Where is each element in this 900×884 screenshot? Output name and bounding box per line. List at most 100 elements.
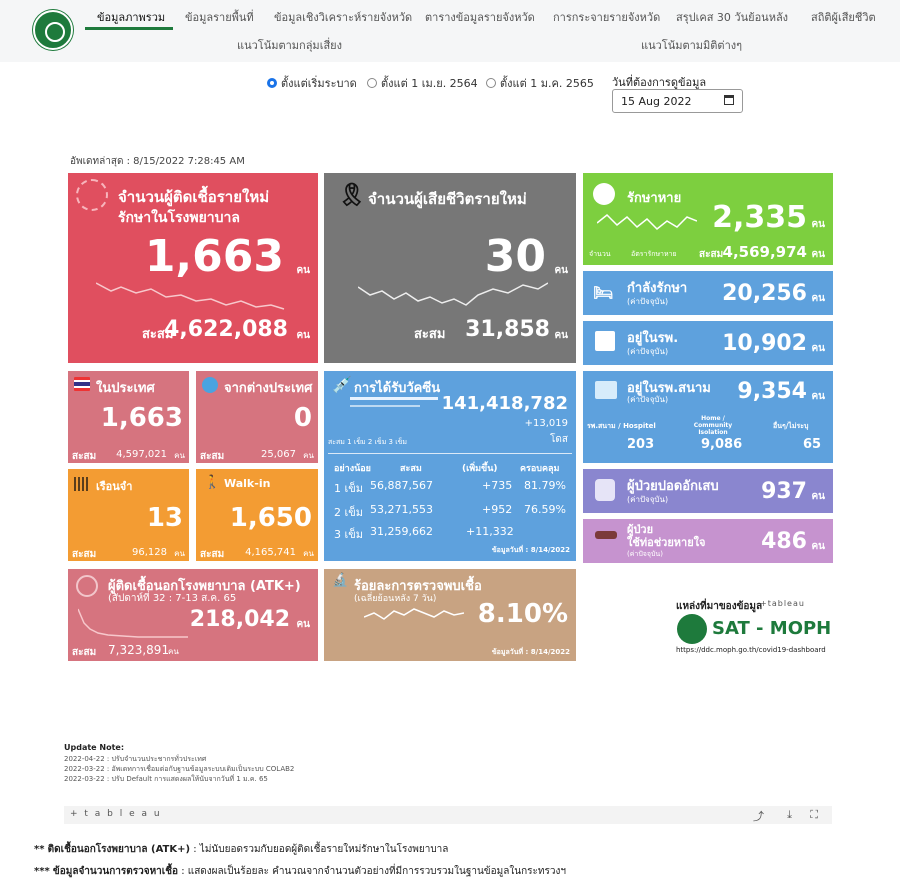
update-note-line: 2022-03-22 : ปรับ Default การแสดงผลให้นั… <box>64 775 268 783</box>
thai-flag-icon <box>74 377 90 391</box>
radio-dot <box>367 78 377 88</box>
note-bold: ข้อมูลจำนวนการตรวจหาเชื้อ <box>52 866 179 877</box>
unit: คน <box>811 249 825 260</box>
table-cell: 3 เข็ม <box>334 528 364 541</box>
recovered-title: รักษาหาย <box>627 191 682 206</box>
date-value: 15 Aug 2022 <box>621 95 692 108</box>
top-nav: ข้อมูลภาพรวม ข้อมูลรายพื้นที่ ข้อมูลเชิง… <box>0 0 900 62</box>
new-cases-title: จำนวนผู้ติดเชื้อรายใหม่ <box>118 188 270 206</box>
table-cell: +735 <box>482 479 513 492</box>
tab-province-analysis[interactable]: ข้อมูลเชิงวิเคราะห์รายจังหวัด <box>274 8 412 26</box>
microscope-icon: 🔬 <box>332 573 349 588</box>
moph-logo <box>33 10 73 50</box>
tab-province-table[interactable]: ตารางข้อมูลรายจังหวัด <box>425 8 535 26</box>
unit: คน <box>811 293 825 304</box>
sub-value: 203 <box>627 437 655 452</box>
note-atk: ** ติดเชื้อนอกโรงพยาบาล (ATK+) : ไม่นับย… <box>34 842 448 857</box>
unit: คน <box>811 219 825 230</box>
positivity-date: ข้อมูลวันที่ : 8/14/2022 <box>491 648 570 656</box>
tab-30-days[interactable]: สรุปเคส 30 วันย้อนหลัง <box>676 8 788 26</box>
table-cell: 2 เข็ม <box>334 506 364 519</box>
positivity-card: 🔬 ร้อยละการตรวจพบเชื้อ (เฉลี่ยย้อนหลัง 7… <box>324 569 576 661</box>
atk-value: 218,042 <box>189 607 290 632</box>
ventilator-sub: (ค่าปัจจุบัน) <box>627 550 663 558</box>
hospital-icon <box>595 331 615 351</box>
in-hospital-value: 10,902 <box>722 331 807 356</box>
legend-rate: อัตรารักษาหาย <box>631 250 677 258</box>
deaths-title: จำนวนผู้เสียชีวิตรายใหม่ <box>368 190 527 208</box>
radio-since-jan-2565[interactable]: ตั้งแต่ 1 ม.ค. 2565 <box>486 74 594 92</box>
vaccine-title: การได้รับวัคซีน <box>354 381 441 396</box>
new-cases-value: 1,663 <box>144 231 284 282</box>
sub-value: 9,086 <box>701 437 743 452</box>
unit: คน <box>811 343 825 354</box>
radio-label: ตั้งแต่ 1 เม.ย. 2564 <box>381 77 478 90</box>
new-cases-subtitle: รักษาในโรงพยาบาล <box>118 210 240 226</box>
share-icon[interactable]: ⤴ <box>753 808 764 824</box>
in-hospital-card: อยู่ในรพ. (ค่าปัจจุบัน) 10,902 คน <box>583 321 833 365</box>
sub-label: Home / Community Isolation <box>693 415 733 436</box>
positivity-value: 8.10% <box>477 599 568 629</box>
table-cell: 53,271,553 <box>370 503 433 516</box>
dose-unit: โดส <box>550 434 568 445</box>
prison-bars-icon <box>74 477 90 491</box>
recovered-cum: 4,569,974 <box>722 243 807 261</box>
tableau-toolbar: + t a b l e a u ⤴ ⤓ ⛶ <box>64 806 832 824</box>
tab-dimensions[interactable]: แนวโน้มตามมิติต่างๆ <box>641 36 742 54</box>
vaccine-bar-dose <box>350 405 420 407</box>
prison-value: 13 <box>146 503 183 533</box>
ribbon-icon: 🎗 <box>338 183 366 208</box>
source-url[interactable]: https://ddc.moph.go.th/covid19-dashboard <box>676 646 826 654</box>
atk-sub: (สัปดาห์ที่ 32 : 7-13 ส.ค. 65 <box>108 593 237 604</box>
tab-overview[interactable]: ข้อมูลภาพรวม <box>97 8 165 26</box>
source-label: แหล่งที่มาของข้อมูล <box>676 601 763 612</box>
download-icon[interactable]: ⤓ <box>787 808 792 822</box>
tab-deaths[interactable]: สถิติผู้เสียชีวิต <box>811 8 876 26</box>
radio-since-start[interactable]: ตั้งแต่เริ่มระบาด <box>267 74 357 92</box>
radio-since-apr-2564[interactable]: ตั้งแต่ 1 เม.ย. 2564 <box>367 74 478 92</box>
deaths-sparkline <box>358 282 548 306</box>
recovered-sparkline <box>597 213 697 231</box>
unit: คน <box>811 491 825 502</box>
divider <box>328 453 572 454</box>
date-input[interactable]: 15 Aug 2022 <box>612 89 743 113</box>
table-cell: 56,887,567 <box>370 479 433 492</box>
unit: คน <box>554 265 568 276</box>
unit: คน <box>296 619 310 630</box>
field-hospital-sub: (ค่าปัจจุบัน) <box>627 395 669 404</box>
treating-value: 20,256 <box>722 281 807 306</box>
calendar-icon[interactable] <box>724 95 734 105</box>
col-header: สะสม <box>400 464 422 474</box>
tableau-brand[interactable]: + t a b l e a u <box>70 809 162 819</box>
cum-label: สะสม <box>72 451 97 462</box>
note-mark: ** <box>34 844 45 855</box>
tab-risk-groups[interactable]: แนวโน้มตามกลุ่มเสี่ยง <box>237 36 342 54</box>
note-text: : แสดงผลเป็นร้อยละ คำนวณจากจำนวนตัวอย่าง… <box>178 866 566 877</box>
cum-label: สะสม <box>200 451 225 462</box>
recovered-card: รักษาหาย 2,335 คน จำนวน อัตรารักษาหาย สะ… <box>583 173 833 265</box>
atk-card: ผู้ติดเชื้อนอกโรงพยาบาล (ATK+) (สัปดาห์ท… <box>68 569 318 661</box>
tube-icon <box>595 531 617 539</box>
cum-label: สะสม <box>699 249 724 260</box>
atk-cum: 7,323,891 <box>108 643 170 657</box>
atk-sparkline <box>78 608 188 638</box>
radio-dot <box>267 78 277 88</box>
pneumonia-value: 937 <box>761 479 807 504</box>
table-cell: +952 <box>482 503 513 516</box>
col-header: อย่างน้อย <box>334 464 371 474</box>
unit: คน <box>174 549 185 558</box>
last-updated: อัพเดทล่าสุด : 8/15/2022 7:28:45 AM <box>70 156 245 167</box>
unit: คน <box>554 330 568 341</box>
deaths-cum: 31,858 <box>465 317 550 342</box>
treating-sub: (ค่าปัจจุบัน) <box>627 297 669 306</box>
ventilator-value: 486 <box>761 529 807 554</box>
sub-label: รพ.สนาม / Hospitel <box>587 422 656 430</box>
prison-title: เรือนจำ <box>96 480 133 493</box>
tab-distribution[interactable]: การกระจายรายจังหวัด <box>553 8 660 26</box>
fullscreen-icon[interactable]: ⛶ <box>810 808 818 822</box>
ventilator-card: ผู้ป่วย ใช้ท่อช่วยหายใจ (ค่าปัจจุบัน) 48… <box>583 519 833 563</box>
in-hospital-sub: (ค่าปัจจุบัน) <box>627 347 669 356</box>
unit: คน <box>296 330 310 341</box>
tab-area[interactable]: ข้อมูลรายพื้นที่ <box>185 8 254 26</box>
unit: คน <box>303 549 314 558</box>
